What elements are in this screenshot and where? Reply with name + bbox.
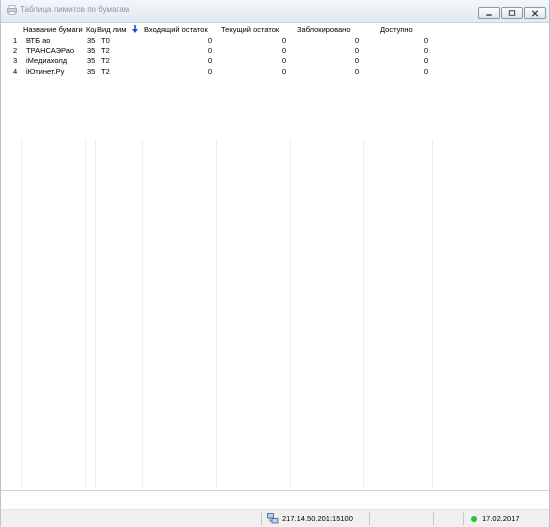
cell-current[interactable]: 0 [218,56,286,67]
cell-incoming[interactable]: 0 [144,67,212,78]
column-divider [95,140,96,488]
limits-table-window: Таблица лимитов по бумагам Название бума… [0,0,550,527]
status-date: 17.02.2017 [482,514,520,523]
cell-incoming[interactable]: 0 [144,56,212,67]
column-header-code[interactable]: Код [86,25,96,36]
column-header-incoming[interactable]: Входящий остаток [144,25,216,36]
cell-code[interactable]: 35 [87,56,96,67]
statusbar-divider [433,512,434,525]
cell-blocked[interactable]: 0 [292,56,359,67]
status-dot-icon [471,516,477,522]
cell-available[interactable]: 0 [365,67,428,78]
column-header-current[interactable]: Текущий остаток [221,25,291,36]
cell-code[interactable]: 35 [87,67,96,78]
cell-available[interactable]: 0 [365,56,428,67]
minimize-icon [486,14,492,16]
row-number: 3 [13,56,18,65]
statusbar-divider [463,512,464,525]
cell-name[interactable]: iЮтинет.Ру [26,67,84,78]
column-divider [142,140,143,488]
restore-icon [508,10,516,16]
column-header-blocked[interactable]: Заблокировано [297,25,363,36]
connection-address: 217.14.50.201:15100 [282,514,353,523]
minimize-button[interactable] [478,7,500,19]
column-divider [216,140,217,488]
column-header-name[interactable]: Название бумаги [23,25,85,36]
column-divider [85,140,86,488]
cell-kind[interactable]: T2 [101,67,131,78]
close-icon [531,10,539,17]
cell-kind[interactable]: T2 [101,56,131,67]
sort-desc-arrow-icon [132,25,138,33]
column-header-kind[interactable]: Вид лим [97,25,131,36]
cell-blocked[interactable]: 0 [292,67,359,78]
limits-table[interactable]: Название бумаги Код Вид лим Входящий ост… [1,22,549,490]
column-divider [363,140,364,488]
column-divider [21,140,22,488]
cell-name[interactable]: iМедиахолд [26,56,84,67]
window-title: Таблица лимитов по бумагам [20,5,130,14]
row-number: 4 [13,67,18,76]
column-divider [432,140,433,488]
printer-icon [7,5,17,15]
column-divider [290,140,291,488]
maximize-button[interactable] [501,7,523,19]
cell-current[interactable]: 0 [218,67,286,78]
statusbar-divider [369,512,370,525]
statusbar-separator [1,490,549,491]
statusbar-divider [261,512,262,525]
title-bar[interactable]: Таблица лимитов по бумагам [1,0,549,23]
close-button[interactable] [524,7,546,19]
network-icon [267,513,279,524]
status-bar: 217.14.50.201:15100 17.02.2017 [1,510,549,527]
column-header-available[interactable]: Доступно [380,25,432,36]
